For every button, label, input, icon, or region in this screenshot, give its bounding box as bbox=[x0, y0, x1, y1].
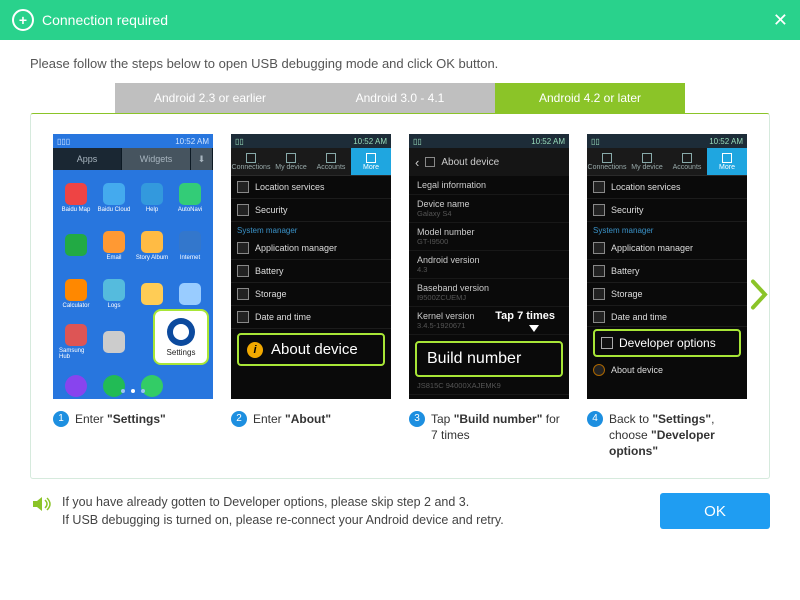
build-number-highlight: Build number bbox=[415, 341, 563, 377]
tap-7-label: Tap 7 times bbox=[495, 310, 555, 322]
step-1: ▯▯▯10:52 AM Apps Widgets ⬇ Baidu Map Bai… bbox=[53, 134, 213, 460]
header-title: Connection required bbox=[42, 12, 168, 28]
close-icon[interactable]: ✕ bbox=[773, 10, 788, 31]
speaker-icon bbox=[30, 493, 52, 518]
footer: If you have already gotten to Developer … bbox=[0, 479, 800, 531]
header: + Connection required ✕ bbox=[0, 0, 800, 40]
step-4: ▯▯10:52 AM Connections My device Account… bbox=[587, 134, 747, 460]
steps-card: ▯▯▯10:52 AM Apps Widgets ⬇ Baidu Map Bai… bbox=[30, 113, 770, 479]
step-3: ▯▯10:52 AM ‹About device Legal informati… bbox=[409, 134, 569, 460]
next-arrow-icon[interactable] bbox=[749, 277, 771, 314]
phone-screenshot-4: ▯▯10:52 AM Connections My device Account… bbox=[587, 134, 747, 399]
gear-icon bbox=[167, 318, 195, 346]
instruction-text: Please follow the steps below to open US… bbox=[30, 56, 770, 71]
version-tabs: Android 2.3 or earlier Android 3.0 - 4.1… bbox=[30, 83, 770, 113]
arrow-down-icon bbox=[529, 325, 539, 332]
phone-screenshot-1: ▯▯▯10:52 AM Apps Widgets ⬇ Baidu Map Bai… bbox=[53, 134, 213, 399]
footer-text: If you have already gotten to Developer … bbox=[62, 493, 504, 531]
step-3-caption: 3 Tap "Build number" for 7 times bbox=[409, 411, 569, 443]
tab-android-23[interactable]: Android 2.3 or earlier bbox=[115, 83, 305, 113]
step-1-caption: 1 Enter "Settings" bbox=[53, 411, 213, 427]
shield-icon: + bbox=[12, 9, 34, 31]
ok-button[interactable]: OK bbox=[660, 493, 770, 529]
settings-highlight: Settings bbox=[153, 309, 209, 365]
phone-screenshot-3: ▯▯10:52 AM ‹About device Legal informati… bbox=[409, 134, 569, 399]
about-device-highlight: iAbout device bbox=[237, 333, 385, 366]
developer-options-highlight: Developer options bbox=[593, 329, 741, 357]
step-2-caption: 2 Enter "About" bbox=[231, 411, 391, 427]
phone-screenshot-2: ▯▯10:52 AM Connections My device Account… bbox=[231, 134, 391, 399]
step-2: ▯▯10:52 AM Connections My device Account… bbox=[231, 134, 391, 460]
tab-android-42[interactable]: Android 4.2 or later bbox=[495, 83, 685, 113]
step-4-caption: 4 Back to "Settings", choose "Developer … bbox=[587, 411, 747, 460]
tab-android-30[interactable]: Android 3.0 - 4.1 bbox=[305, 83, 495, 113]
